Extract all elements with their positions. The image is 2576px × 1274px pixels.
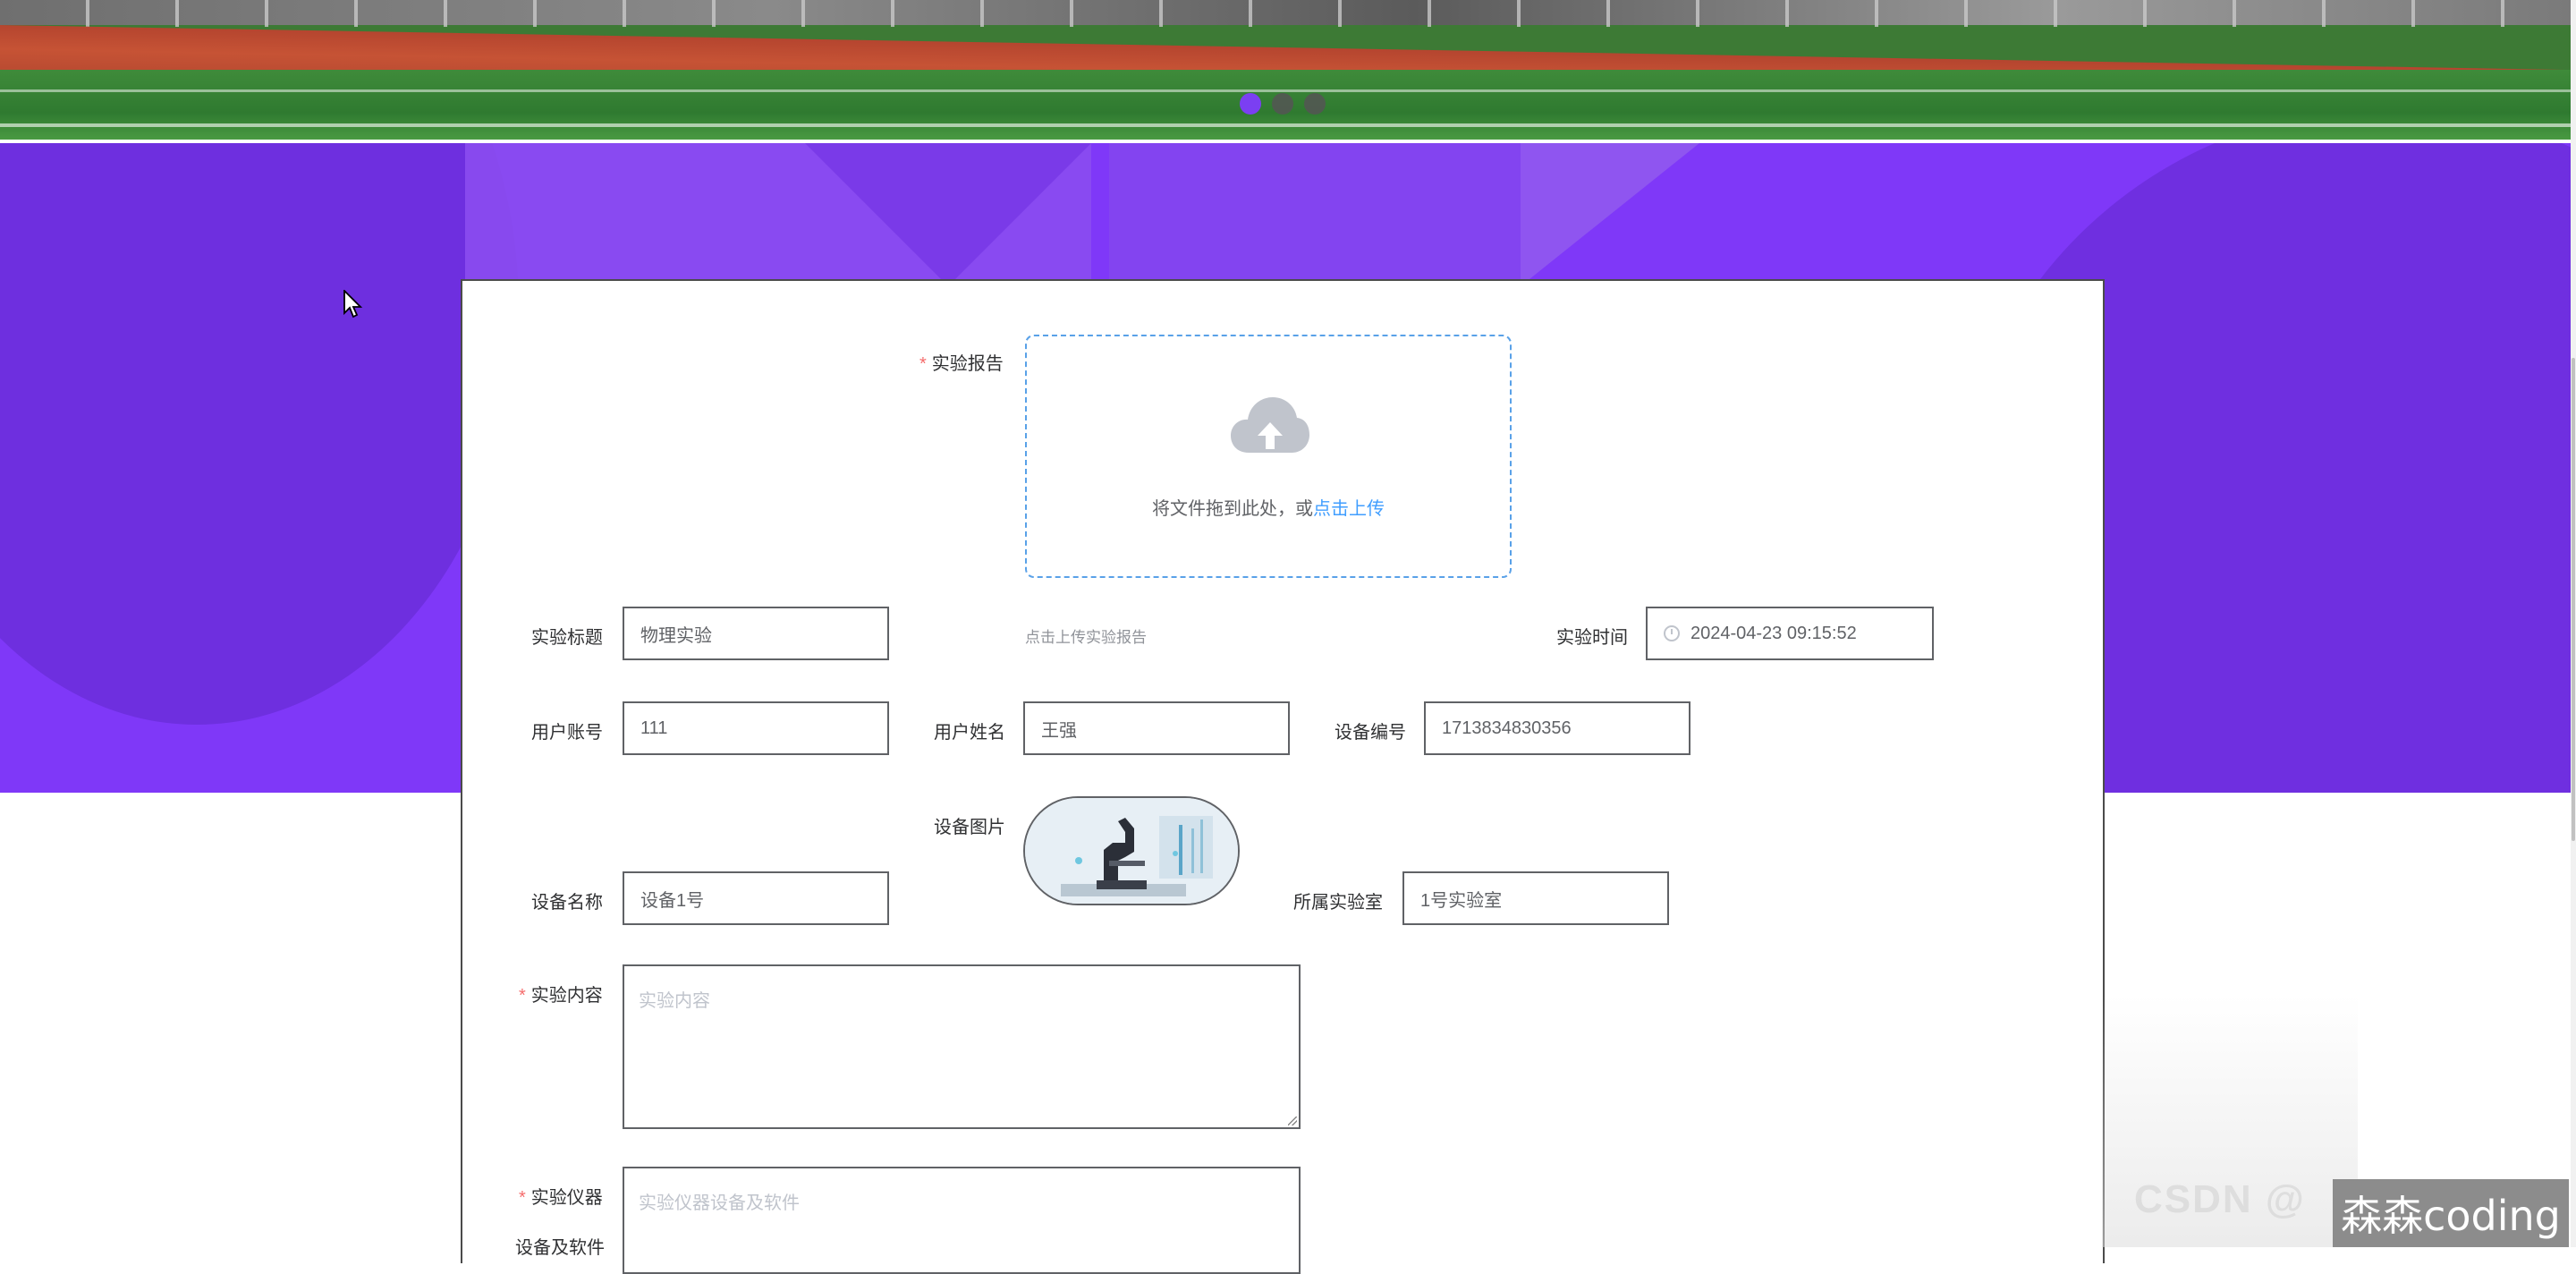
watermark-ghost: CSDN @	[2134, 1177, 2306, 1221]
mouse-cursor-icon	[343, 290, 363, 318]
banner-carousel[interactable]	[0, 0, 2571, 140]
watermark: 森森coding	[2333, 1179, 2569, 1247]
scrollbar-thumb[interactable]	[2572, 358, 2575, 841]
username-label: 用户姓名	[934, 723, 1005, 743]
upload-hint: 将文件拖到此处，或点击上传	[1152, 499, 1385, 519]
device-no-label: 设备编号	[1335, 723, 1406, 743]
clock-icon	[1664, 625, 1680, 641]
time-label: 实验时间	[1556, 628, 1628, 648]
report-label: * 实验报告	[919, 354, 1004, 374]
content-textarea[interactable]: 实验内容	[623, 964, 1301, 1129]
device-no-input[interactable]: 1713834830356	[1424, 701, 1690, 755]
lab-input[interactable]: 1号实验室	[1402, 871, 1669, 925]
cloud-upload-icon	[1231, 397, 1309, 453]
time-picker[interactable]: 2024-04-23 09:15:52	[1646, 607, 1934, 660]
content-label: * 实验内容	[519, 986, 603, 1006]
report-upload-dropzone[interactable]: 将文件拖到此处，或点击上传	[1025, 335, 1512, 578]
title-label: 实验标题	[531, 628, 603, 648]
carousel-dot-2[interactable]	[1272, 93, 1293, 115]
required-mark: *	[519, 1188, 526, 1208]
account-label: 用户账号	[531, 723, 603, 743]
required-mark: *	[919, 354, 927, 374]
username-input[interactable]: 王强	[1023, 701, 1290, 755]
instrument-label-line2: 设备及软件	[515, 1238, 605, 1258]
decor-band	[1109, 143, 1521, 286]
carousel-dot-3[interactable]	[1304, 93, 1326, 115]
device-name-label: 设备名称	[531, 893, 603, 913]
decor-triangle	[1521, 143, 1699, 286]
microscope-icon	[1025, 798, 1238, 904]
click-upload-link[interactable]: 点击上传	[1313, 499, 1385, 519]
device-image-label: 设备图片	[934, 818, 1005, 837]
instrument-textarea[interactable]: 实验仪器设备及软件	[623, 1167, 1301, 1274]
title-input[interactable]: 物理实验	[623, 607, 889, 660]
device-name-input[interactable]: 设备1号	[623, 871, 889, 925]
banner-field-line	[0, 89, 2571, 92]
lab-label: 所属实验室	[1293, 893, 1383, 913]
device-image[interactable]	[1023, 796, 1240, 905]
banner-fence	[0, 0, 2571, 27]
time-value: 2024-04-23 09:15:52	[1690, 623, 1857, 643]
banner-field-line	[0, 123, 2571, 127]
upload-tip: 点击上传实验报告	[1025, 629, 1147, 646]
carousel-indicators	[1240, 93, 1326, 115]
decor-circle-left	[0, 143, 519, 725]
instrument-label: * 实验仪器	[519, 1188, 603, 1208]
required-mark: *	[519, 986, 526, 1006]
resize-handle-icon[interactable]	[1288, 1117, 1297, 1125]
decor-triangle	[805, 143, 1091, 286]
carousel-dot-1[interactable]	[1240, 93, 1261, 115]
account-input[interactable]: 111	[623, 701, 889, 755]
